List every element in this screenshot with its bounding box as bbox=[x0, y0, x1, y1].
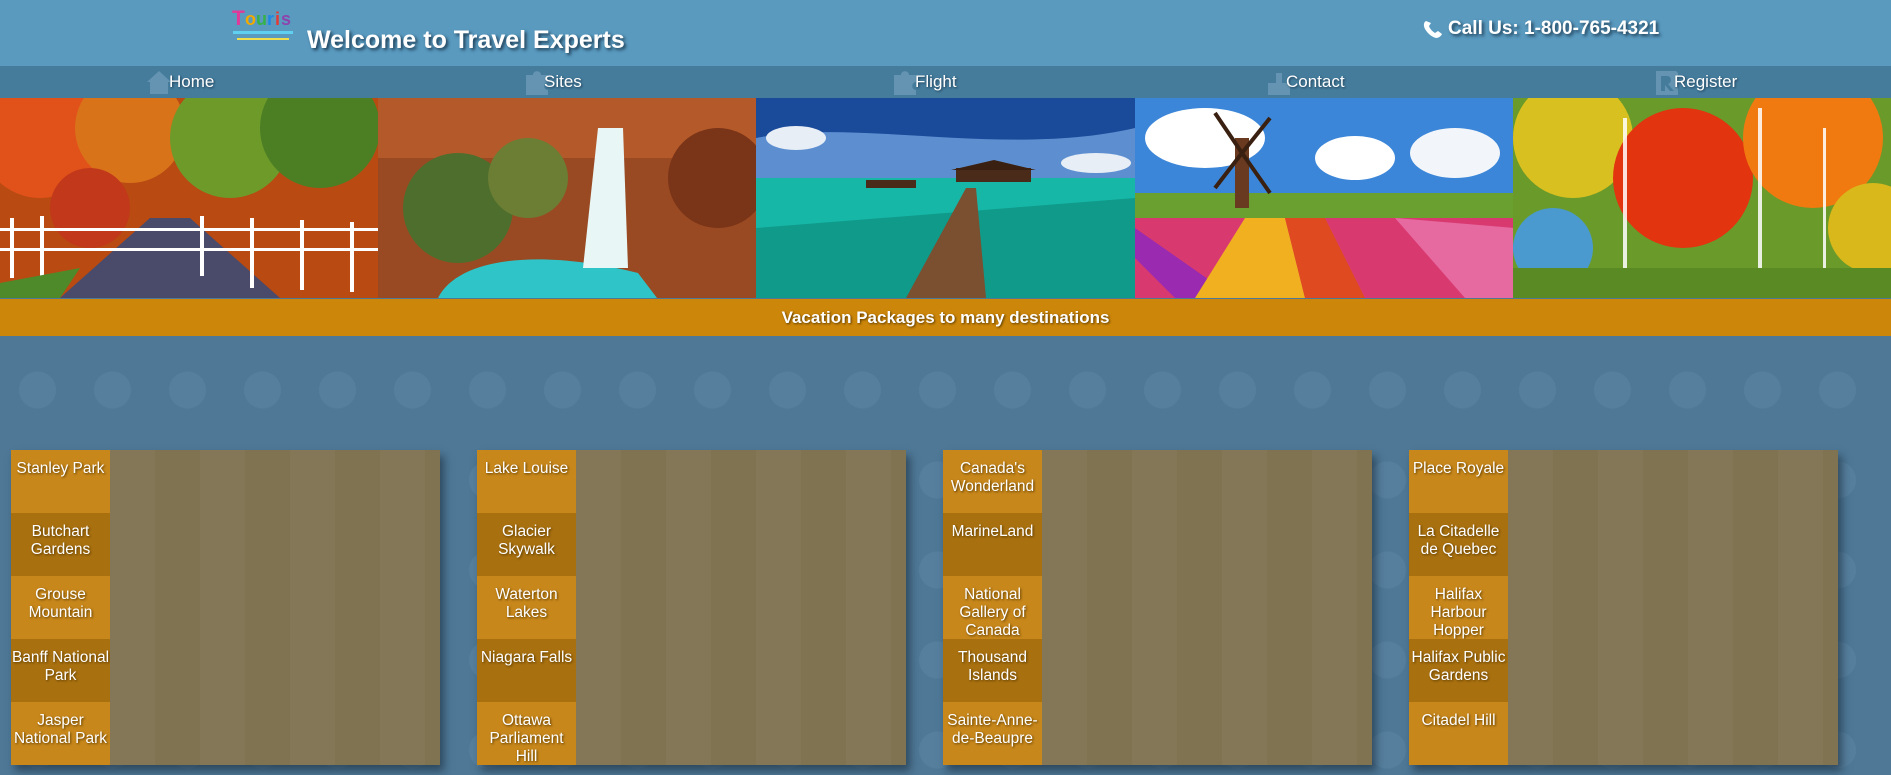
tab-halifax-harbour-hopper[interactable]: Halifax Harbour Hopper bbox=[1409, 576, 1508, 639]
tab-canadas-wonderland[interactable]: Canada's Wonderland bbox=[943, 450, 1042, 513]
packages-ribbon: Vacation Packages to many destinations bbox=[0, 299, 1891, 336]
destination-card: Lake Louise Glacier Skywalk Waterton Lak… bbox=[477, 450, 906, 765]
destination-card: Place Royale La Citadelle de Quebec Hali… bbox=[1409, 450, 1838, 765]
tab-place-royale[interactable]: Place Royale bbox=[1409, 450, 1508, 513]
phone-icon bbox=[1422, 19, 1444, 39]
photo-boardwalk-pier bbox=[756, 98, 1135, 298]
tab-halifax-public-gardens[interactable]: Halifax Public Gardens bbox=[1409, 639, 1508, 702]
nav-contact-label: Contact bbox=[1286, 72, 1345, 91]
tab-butchart-gardens[interactable]: Butchart Gardens bbox=[11, 513, 110, 576]
tab-grouse-mountain[interactable]: Grouse Mountain bbox=[11, 576, 110, 639]
card-content-area bbox=[1042, 450, 1372, 765]
tab-stanley-park[interactable]: Stanley Park bbox=[11, 450, 110, 513]
photo-autumn-road bbox=[0, 98, 379, 298]
tab-sainte-anne-de-beaupre[interactable]: Sainte-Anne-de-Beaupre bbox=[943, 702, 1042, 765]
svg-text:u: u bbox=[256, 9, 267, 29]
tab-national-gallery-of-canada[interactable]: National Gallery of Canada bbox=[943, 576, 1042, 639]
tab-lake-louise[interactable]: Lake Louise bbox=[477, 450, 576, 513]
destination-tabs: Place Royale La Citadelle de Quebec Hali… bbox=[1409, 450, 1508, 765]
nav-sites-label: Sites bbox=[544, 72, 582, 91]
tab-la-citadelle-de-quebec[interactable]: La Citadelle de Quebec bbox=[1409, 513, 1508, 576]
nav-flight-label: Flight bbox=[915, 72, 957, 91]
card-content-area bbox=[1508, 450, 1838, 765]
photo-waterfall bbox=[378, 98, 757, 298]
site-title: Welcome to Travel Experts bbox=[307, 26, 625, 54]
tab-glacier-skywalk[interactable]: Glacier Skywalk bbox=[477, 513, 576, 576]
tab-citadel-hill[interactable]: Citadel Hill bbox=[1409, 702, 1508, 765]
nav-home-label: Home bbox=[169, 72, 215, 91]
tab-thousand-islands[interactable]: Thousand Islands bbox=[943, 639, 1042, 702]
tab-jasper-national-park[interactable]: Jasper National Park bbox=[11, 702, 110, 765]
svg-text:r: r bbox=[267, 9, 274, 29]
main-nav: Home Sites Flight Contact Register bbox=[0, 66, 1891, 98]
destination-tabs: Lake Louise Glacier Skywalk Waterton Lak… bbox=[477, 450, 576, 765]
svg-text:i: i bbox=[275, 9, 280, 29]
svg-text:o: o bbox=[245, 9, 256, 29]
site-header: T o u r i s Welcome to Travel Experts Ca… bbox=[0, 0, 1891, 66]
nav-sites[interactable]: Sites bbox=[522, 66, 582, 98]
photo-autumn-forest bbox=[1512, 98, 1891, 298]
nav-register[interactable]: Register bbox=[1652, 66, 1737, 98]
photo-windmill-tulips bbox=[1134, 98, 1513, 298]
destination-tabs: Canada's Wonderland MarineLand National … bbox=[943, 450, 1042, 765]
card-content-area bbox=[576, 450, 906, 765]
tab-niagara-falls[interactable]: Niagara Falls bbox=[477, 639, 576, 702]
call-us[interactable]: Call Us: 1-800-765-4321 bbox=[1422, 18, 1659, 40]
card-content-area bbox=[110, 450, 440, 765]
svg-text:T: T bbox=[232, 7, 245, 30]
tab-ottawa-parliament-hill[interactable]: Ottawa Parliament Hill bbox=[477, 702, 576, 765]
destination-card: Stanley Park Butchart Gardens Grouse Mou… bbox=[11, 450, 440, 765]
tab-waterton-lakes[interactable]: Waterton Lakes bbox=[477, 576, 576, 639]
banner bbox=[0, 98, 1891, 298]
nav-flight[interactable]: Flight bbox=[890, 66, 957, 98]
nav-contact[interactable]: Contact bbox=[1264, 66, 1345, 98]
destination-card: Canada's Wonderland MarineLand National … bbox=[943, 450, 1372, 765]
destination-tabs: Stanley Park Butchart Gardens Grouse Mou… bbox=[11, 450, 110, 765]
tab-marineland[interactable]: MarineLand bbox=[943, 513, 1042, 576]
tab-banff-national-park[interactable]: Banff National Park bbox=[11, 639, 110, 702]
svg-text:s: s bbox=[281, 9, 291, 29]
nav-home[interactable]: Home bbox=[144, 66, 214, 98]
nav-register-label: Register bbox=[1674, 72, 1738, 91]
tourists-logo[interactable]: T o u r i s bbox=[229, 3, 299, 49]
phone-label: Call Us: 1-800-765-4321 bbox=[1448, 18, 1660, 39]
